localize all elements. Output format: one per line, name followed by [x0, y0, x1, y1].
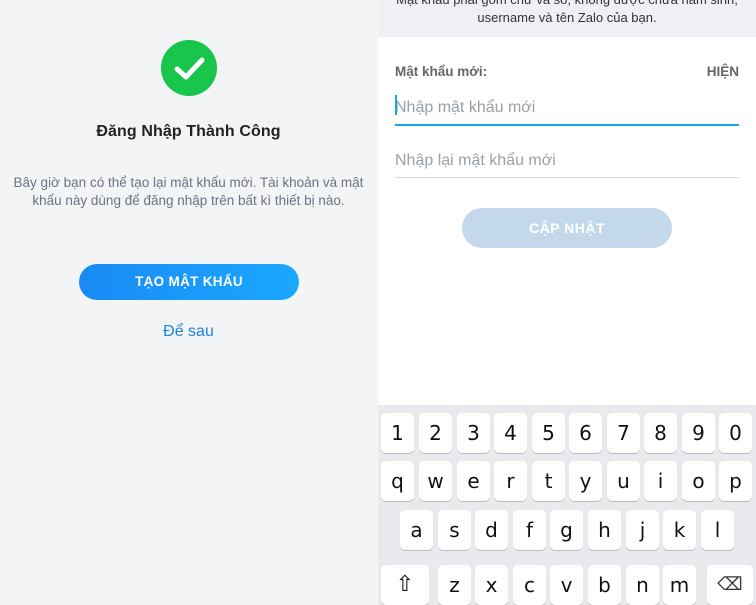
key-2[interactable]: 2 [419, 413, 452, 453]
key-s[interactable]: s [438, 510, 471, 550]
key-9[interactable]: 9 [682, 413, 715, 453]
success-panel: Đăng Nhập Thành Công Bây giờ bạn có thể … [0, 0, 377, 605]
text-caret [395, 95, 397, 115]
key-y[interactable]: y [569, 461, 602, 501]
key-e[interactable]: e [457, 461, 490, 501]
new-password-panel: Mật khẩu phải gồm chữ và số, không được … [378, 0, 756, 605]
key-4[interactable]: 4 [494, 413, 527, 453]
key-0[interactable]: 0 [719, 413, 752, 453]
success-check-icon [161, 40, 217, 96]
key-6[interactable]: 6 [569, 413, 602, 453]
show-password-toggle[interactable]: HIỆN [707, 64, 739, 79]
later-link[interactable]: Để sau [0, 323, 377, 341]
key-p[interactable]: p [719, 461, 752, 501]
backspace-key-icon[interactable]: ⌫ [707, 565, 753, 605]
key-x[interactable]: x [475, 565, 508, 605]
new-password-input[interactable] [395, 92, 739, 126]
new-password-label: Mật khẩu mới: [395, 64, 488, 79]
key-t[interactable]: t [532, 461, 565, 501]
key-5[interactable]: 5 [532, 413, 565, 453]
key-3[interactable]: 3 [457, 413, 490, 453]
new-password-label-row: Mật khẩu mới: HIỆN [395, 64, 739, 82]
key-k[interactable]: k [663, 510, 696, 550]
key-h[interactable]: h [588, 510, 621, 550]
password-hint-text: Mật khẩu phải gồm chữ và số, không được … [396, 0, 738, 25]
key-1[interactable]: 1 [381, 413, 414, 453]
key-f[interactable]: f [513, 510, 546, 550]
confirm-password-input[interactable] [395, 144, 739, 178]
key-o[interactable]: o [682, 461, 715, 501]
update-button[interactable]: CẬP NHẬT [462, 208, 672, 248]
key-r[interactable]: r [494, 461, 527, 501]
key-b[interactable]: b [588, 565, 621, 605]
success-title: Đăng Nhập Thành Công [96, 123, 281, 140]
key-7[interactable]: 7 [607, 413, 640, 453]
key-z[interactable]: z [438, 565, 471, 605]
key-w[interactable]: w [419, 461, 452, 501]
key-v[interactable]: v [550, 565, 583, 605]
key-l[interactable]: l [701, 510, 734, 550]
onscreen-keyboard: 1 2 3 4 5 6 7 8 9 0 q w e r t y u i o p … [378, 405, 756, 605]
key-d[interactable]: d [475, 510, 508, 550]
key-i[interactable]: i [644, 461, 677, 501]
key-j[interactable]: j [626, 510, 659, 550]
shift-key-icon[interactable]: ⇧ [381, 565, 429, 605]
key-u[interactable]: u [607, 461, 640, 501]
key-n[interactable]: n [626, 565, 659, 605]
key-m[interactable]: m [663, 565, 696, 605]
success-description: Bây giờ bạn có thể tạo lại mật khẩu mới.… [13, 175, 364, 208]
key-8[interactable]: 8 [644, 413, 677, 453]
password-hint-banner: Mật khẩu phải gồm chữ và số, không được … [378, 0, 756, 37]
key-q[interactable]: q [381, 461, 414, 501]
key-a[interactable]: a [400, 510, 433, 550]
key-g[interactable]: g [550, 510, 583, 550]
create-password-button[interactable]: TẠO MẬT KHẨU [79, 264, 299, 300]
key-c[interactable]: c [513, 565, 546, 605]
